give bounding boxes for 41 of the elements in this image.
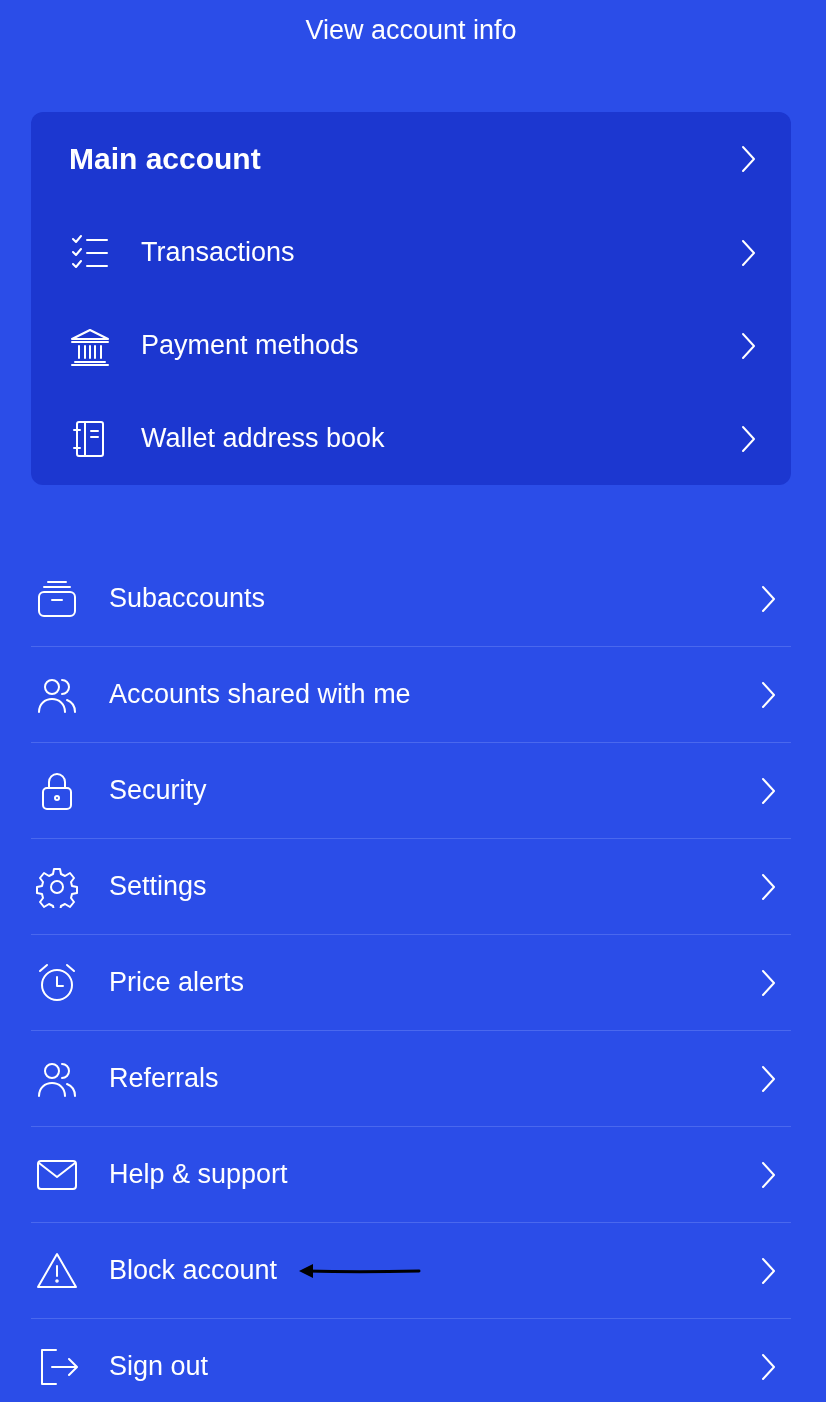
menu-label: Accounts shared with me (109, 679, 411, 710)
chevron-icon (760, 968, 776, 997)
view-account-info-link[interactable]: View account info (305, 13, 517, 47)
menu-item[interactable]: Security (31, 743, 791, 839)
settings-icon (36, 865, 78, 908)
menu-item[interactable]: Settings (31, 839, 791, 935)
chevron-icon (760, 584, 776, 613)
menu-item[interactable]: Transactions (69, 206, 756, 299)
menu-label: Price alerts (109, 967, 245, 998)
menu-label: Referrals (109, 1063, 219, 1094)
chevron-icon (760, 776, 776, 805)
chevron-icon (740, 238, 756, 267)
chevron-icon (740, 145, 756, 173)
menu-item[interactable]: Accounts shared with me (31, 647, 791, 743)
card-title[interactable]: Main account (69, 142, 261, 176)
menu-label: Payment methods (141, 330, 359, 361)
alarm-clock-icon (36, 961, 78, 1004)
chevron-icon (740, 424, 756, 453)
chevron-icon (760, 1256, 776, 1285)
menu-item[interactable]: Wallet address book (69, 392, 756, 485)
menu-label: Sign out (109, 1351, 209, 1382)
chevron-icon (760, 680, 776, 709)
menu-label: Settings (109, 871, 207, 902)
menu-label: Security (109, 775, 207, 806)
menu-label: Wallet address book (141, 423, 385, 454)
menu-item[interactable]: Sign out (31, 1319, 791, 1402)
menu-item[interactable]: Block account (31, 1223, 791, 1319)
menu-item[interactable]: Referrals (31, 1031, 791, 1127)
menu-label: Subaccounts (109, 583, 266, 614)
menu-item[interactable]: Subaccounts (31, 551, 791, 647)
chevron-icon (760, 1352, 776, 1381)
menu-label: Block account (109, 1255, 278, 1286)
menu-item[interactable]: Payment methods (69, 299, 756, 392)
menu-item[interactable]: Help & support (31, 1127, 791, 1223)
chevron-icon (740, 331, 756, 360)
chevron-icon (760, 1160, 776, 1189)
menu-item[interactable]: Price alerts (31, 935, 791, 1031)
menu-label: Transactions (141, 237, 295, 268)
chevron-icon (760, 872, 776, 901)
chevron-icon (760, 1064, 776, 1093)
menu-label: Help & support (109, 1159, 288, 1190)
